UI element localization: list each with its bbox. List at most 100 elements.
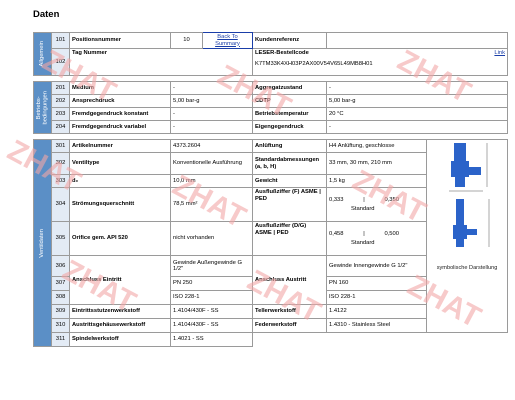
field-label: Strömungsquerschnitt xyxy=(69,187,171,223)
row-number: 306 xyxy=(51,255,70,278)
field-label: Anschluss Austritt xyxy=(252,255,327,306)
field-label: LESER-Bestellcode xyxy=(255,50,309,57)
field-label: Ausflußziffer (F) ASME | PED xyxy=(252,187,327,223)
row-311: 311 Spindelwerkstoff 1.4021 - SS xyxy=(34,332,508,348)
coef-standard: Standard xyxy=(351,206,375,213)
field-value: 10,0 mm xyxy=(170,174,253,189)
field-value: 78,5 mm² xyxy=(170,187,253,223)
row-number: 310 xyxy=(51,318,70,334)
field-label: Aggregatzustand xyxy=(252,81,327,96)
row-204: 204 Fremdgegendruck variabel - Eigengege… xyxy=(34,120,509,135)
coef-asme: 0,333 xyxy=(329,196,344,203)
field-label: Anlüftung xyxy=(252,139,327,154)
coef-standard: Standard xyxy=(351,240,375,247)
row-number: 303 xyxy=(51,174,70,189)
field-value: 1.4021 - SS xyxy=(170,332,253,348)
row-number: 201 xyxy=(51,81,70,96)
row-203: 203 Fremdgegendruck konstant - Betriebst… xyxy=(34,107,509,122)
field-label: Ventiltype xyxy=(69,152,171,176)
row-number: 102 xyxy=(51,48,70,77)
field-value: 10 xyxy=(170,31,203,50)
row-number: 308 xyxy=(51,290,70,306)
field-value: 4373.2604 xyxy=(170,139,253,154)
field-value: 20 °C xyxy=(325,107,509,122)
field-label: Anschluss Eintritt xyxy=(69,255,171,306)
valve2-body-icon xyxy=(453,225,467,240)
group-allgemein: Allgemein xyxy=(33,31,52,77)
row-301: Ventildaten 301 Artikelnummer 4373.2604 … xyxy=(33,139,509,348)
field-label: d₀ xyxy=(69,174,171,189)
field-label: Tag Nummer xyxy=(69,48,253,77)
field-value: PN 250 xyxy=(170,276,253,292)
field-label: Medium xyxy=(69,81,171,96)
section-heading: Daten xyxy=(33,9,60,20)
field-value: Konventionelle Ausführung xyxy=(170,152,253,176)
field-label: Eigengegendruck xyxy=(252,120,327,135)
coef-separator: | xyxy=(363,196,365,203)
valve-outlet-icon xyxy=(467,167,481,176)
coef-ped: 0,500 xyxy=(384,230,399,237)
field-label: CDTP xyxy=(252,94,327,109)
valve-inlet-icon xyxy=(455,177,465,188)
field-value xyxy=(325,31,509,50)
field-label: Kundenreferenz xyxy=(252,31,327,50)
order-code-link[interactable]: Link xyxy=(494,50,505,57)
field-label: Federwerkstoff xyxy=(252,318,327,334)
field-value: Gewinde Außengewinde G 1/2" xyxy=(170,255,253,278)
field-label: Eintrittsstutzenwerkstoff xyxy=(69,304,171,320)
row-101: Allgemein 101 Positionsnummer 10 Back To… xyxy=(33,31,509,77)
coefficient-cell: 0,458 | 0,500 Standard xyxy=(326,221,427,257)
field-value: Gewinde Innengewinde G 1/2" xyxy=(326,255,427,278)
field-value: - xyxy=(170,120,253,135)
field-value: - xyxy=(325,120,509,135)
row-number: 307 xyxy=(51,276,70,292)
field-label: Tellerwerkstoff xyxy=(252,304,327,320)
row-201: Betriebs- bedingungen 201 Medium - Aggre… xyxy=(33,81,509,135)
row-number: 304 xyxy=(51,187,70,223)
valve2-inlet-icon xyxy=(456,239,464,248)
field-value: ISO 228-1 xyxy=(170,290,253,306)
coef-ped: 0,350 xyxy=(384,196,399,203)
row-102: 102 Tag Nummer LESER-Bestellcode Link K7… xyxy=(34,48,509,77)
row-number: 311 xyxy=(51,332,70,348)
valve-bonnet-icon xyxy=(454,143,466,164)
field-value: 1.4122 xyxy=(326,304,427,320)
group-betriebsbedingungen: Betriebs- bedingungen xyxy=(33,81,52,135)
field-label: Orifice gem. API 520 xyxy=(69,221,171,257)
field-label: Standardabmessungen (a, b, H) xyxy=(252,152,327,176)
row-number: 203 xyxy=(51,107,70,122)
row-number: 204 xyxy=(51,120,70,135)
field-label: Artikelnummer xyxy=(69,139,171,154)
field-value: 1.4310 - Stainless Steel xyxy=(326,318,427,334)
row-number: 302 xyxy=(51,152,70,176)
field-value: - xyxy=(325,81,509,96)
row-number: 309 xyxy=(51,304,70,320)
back-to-summary-button[interactable]: Back To Summary xyxy=(202,31,253,50)
field-label: Gewicht xyxy=(252,174,327,189)
field-value: nicht vorhanden xyxy=(170,221,253,257)
coefficient-cell: 0,333 | 0,350 Standard xyxy=(326,187,427,223)
field-value: - xyxy=(170,81,253,96)
valve-image-cell: symbolische Darstellung xyxy=(425,139,509,334)
group-ventildaten: Ventildaten xyxy=(33,139,52,348)
row-number: 301 xyxy=(51,139,70,154)
field-label: Spindelwerkstoff xyxy=(69,332,171,348)
coef-asme: 0,458 xyxy=(329,230,344,237)
order-code-value: K7TM33K4XH03P2AX00V54V65L49MB8H01 xyxy=(255,60,373,67)
field-label: Austrittsgehäusewerkstoff xyxy=(69,318,171,334)
valve2-outlet-icon xyxy=(465,229,477,236)
field-value: - xyxy=(170,107,253,122)
field-label: Betriebstemperatur xyxy=(252,107,327,122)
field-label: Fremdgegendruck konstant xyxy=(69,107,171,122)
order-code-cell: LESER-Bestellcode Link K7TM33K4XH03P2AX0… xyxy=(251,48,509,77)
field-value: PN 160 xyxy=(326,276,427,292)
row-number: 101 xyxy=(51,31,70,50)
field-value: 5,00 bar-g xyxy=(325,94,509,109)
field-label: Ansprechdruck xyxy=(69,94,171,109)
image-caption: symbolische Darstellung xyxy=(436,265,498,272)
field-value: 1.4104/430F - SS xyxy=(170,304,253,320)
coef-separator: | xyxy=(363,230,365,237)
row-number: 202 xyxy=(51,94,70,109)
field-value: 5,00 bar-g xyxy=(170,94,253,109)
field-label: Ausflußziffer (D/G) ASME | PED xyxy=(252,221,327,257)
